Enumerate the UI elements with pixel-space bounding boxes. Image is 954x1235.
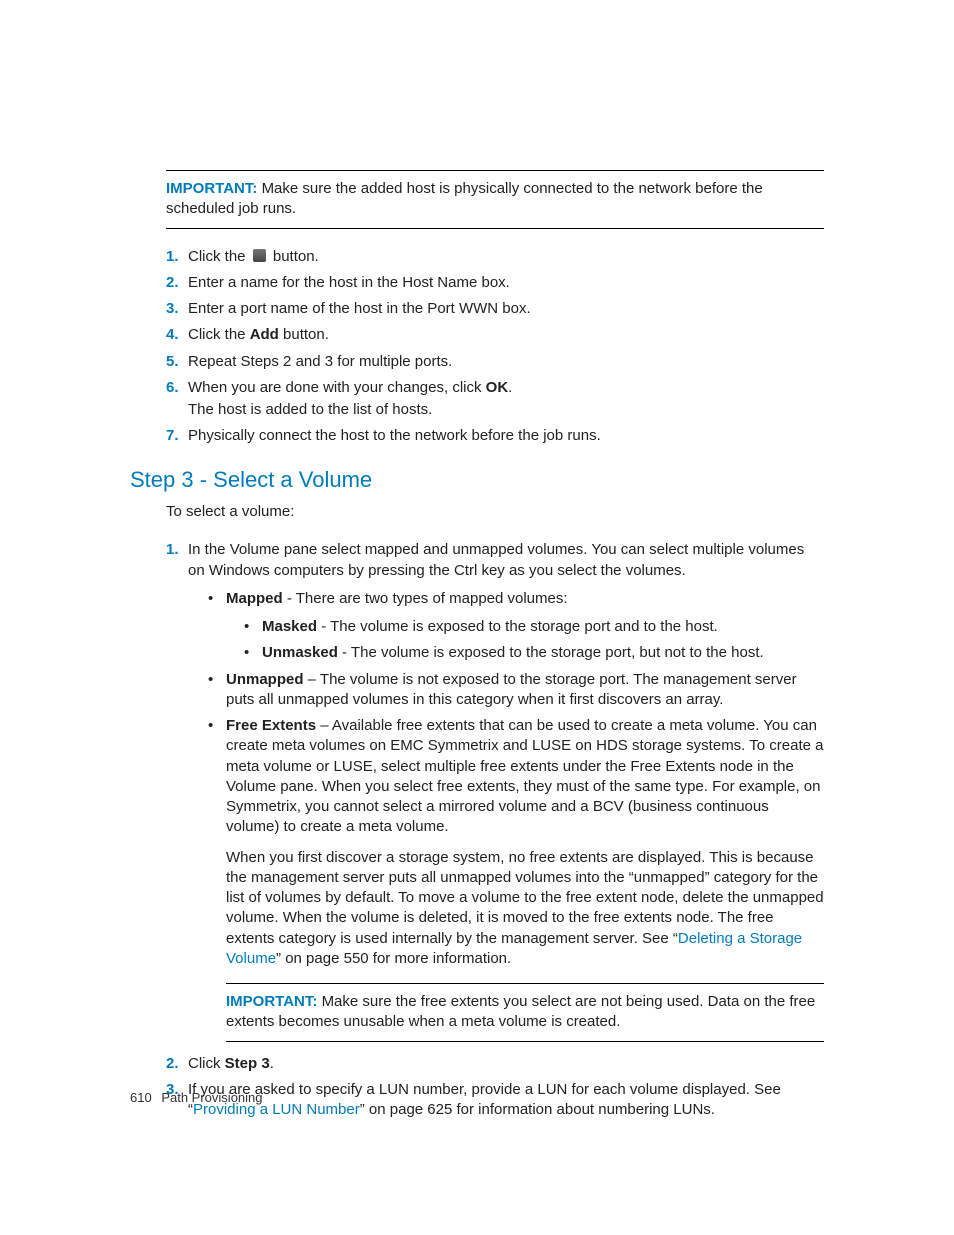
- paragraph: When you first discover a storage system…: [226, 848, 824, 970]
- host-icon: [253, 249, 266, 262]
- bullet-text: – The volume is not exposed to the stora…: [226, 671, 797, 708]
- para-text: ” on page 550 for more information.: [276, 950, 511, 967]
- step-text: Click the: [188, 248, 250, 265]
- section-heading: Step 3 - Select a Volume: [130, 465, 824, 495]
- bullet-mapped: Mapped - There are two types of mapped v…: [208, 589, 824, 664]
- vol-step-3: 3. If you are asked to specify a LUN num…: [166, 1080, 824, 1121]
- step-text: button.: [279, 326, 329, 343]
- step-number: 7.: [166, 426, 179, 446]
- step-number: 4.: [166, 325, 179, 345]
- bold-label: Mapped: [226, 590, 283, 607]
- step-text: button.: [269, 248, 319, 265]
- step-subtext: The host is added to the list of hosts.: [188, 400, 824, 420]
- step-4: 4. Click the Add button.: [166, 325, 824, 345]
- step-2: 2. Enter a name for the host in the Host…: [166, 273, 824, 293]
- step-text: .: [270, 1055, 274, 1072]
- bullet-text: - There are two types of mapped volumes:: [283, 590, 568, 607]
- step-1: 1. Click the button.: [166, 247, 824, 267]
- bullet-masked: Masked - The volume is exposed to the st…: [244, 617, 824, 637]
- bullet-unmapped: Unmapped – The volume is not exposed to …: [208, 670, 824, 711]
- step-text: Repeat Steps 2 and 3 for multiple ports.: [188, 353, 452, 370]
- bold-label: OK: [486, 379, 509, 396]
- callout-lead: IMPORTANT:: [226, 993, 317, 1010]
- vol-step-2: 2. Click Step 3.: [166, 1054, 824, 1074]
- section-intro: To select a volume:: [166, 502, 824, 522]
- step-3: 3. Enter a port name of the host in the …: [166, 299, 824, 319]
- footer-title: Path Provisioning: [161, 1090, 262, 1105]
- step-number: 3.: [166, 299, 179, 319]
- page-number: 610: [130, 1090, 152, 1105]
- step-number: 5.: [166, 352, 179, 372]
- step-text: Enter a name for the host in the Host Na…: [188, 274, 510, 291]
- important-callout: IMPORTANT: Make sure the free extents yo…: [226, 983, 824, 1042]
- bullet-list: Mapped - There are two types of mapped v…: [208, 589, 824, 1042]
- bullet-list: Masked - The volume is exposed to the st…: [244, 617, 824, 664]
- callout-lead: IMPORTANT:: [166, 180, 257, 197]
- step-number: 1.: [166, 540, 179, 560]
- page-footer: 610 Path Provisioning: [130, 1089, 263, 1107]
- step-text: ” on page 625 for information about numb…: [360, 1101, 715, 1118]
- step-6: 6. When you are done with your changes, …: [166, 378, 824, 421]
- bullet-text: - The volume is exposed to the storage p…: [338, 644, 764, 661]
- step-number: 6.: [166, 378, 179, 398]
- step-text: .: [508, 379, 512, 396]
- bold-label: Unmasked: [262, 644, 338, 661]
- bullet-text: - The volume is exposed to the storage p…: [317, 618, 718, 635]
- step-number: 1.: [166, 247, 179, 267]
- step-number: 2.: [166, 1054, 179, 1074]
- step-7: 7. Physically connect the host to the ne…: [166, 426, 824, 446]
- important-callout: IMPORTANT: Make sure the added host is p…: [166, 171, 824, 228]
- bold-label: Masked: [262, 618, 317, 635]
- bold-label: Add: [250, 326, 279, 343]
- step-text: In the Volume pane select mapped and unm…: [188, 541, 804, 578]
- rule: [166, 228, 824, 229]
- bold-label: Unmapped: [226, 671, 304, 688]
- steps-list-2: 1. In the Volume pane select mapped and …: [166, 540, 824, 1120]
- step-text: Physically connect the host to the netwo…: [188, 427, 601, 444]
- rule: [226, 1041, 824, 1042]
- vol-step-1: 1. In the Volume pane select mapped and …: [166, 540, 824, 1041]
- bullet-unmasked: Unmasked - The volume is exposed to the …: [244, 643, 824, 663]
- bullet-text: – Available free extents that can be use…: [226, 717, 823, 835]
- bold-label: Step 3: [225, 1055, 270, 1072]
- step-text: Click: [188, 1055, 225, 1072]
- bullet-free-extents: Free Extents – Available free extents th…: [208, 716, 824, 1042]
- step-number: 2.: [166, 273, 179, 293]
- step-text: When you are done with your changes, cli…: [188, 379, 486, 396]
- bold-label: Free Extents: [226, 717, 316, 734]
- step-text: Enter a port name of the host in the Por…: [188, 300, 531, 317]
- step-text: Click the: [188, 326, 250, 343]
- steps-list-1: 1. Click the button. 2. Enter a name for…: [166, 247, 824, 447]
- step-5: 5. Repeat Steps 2 and 3 for multiple por…: [166, 352, 824, 372]
